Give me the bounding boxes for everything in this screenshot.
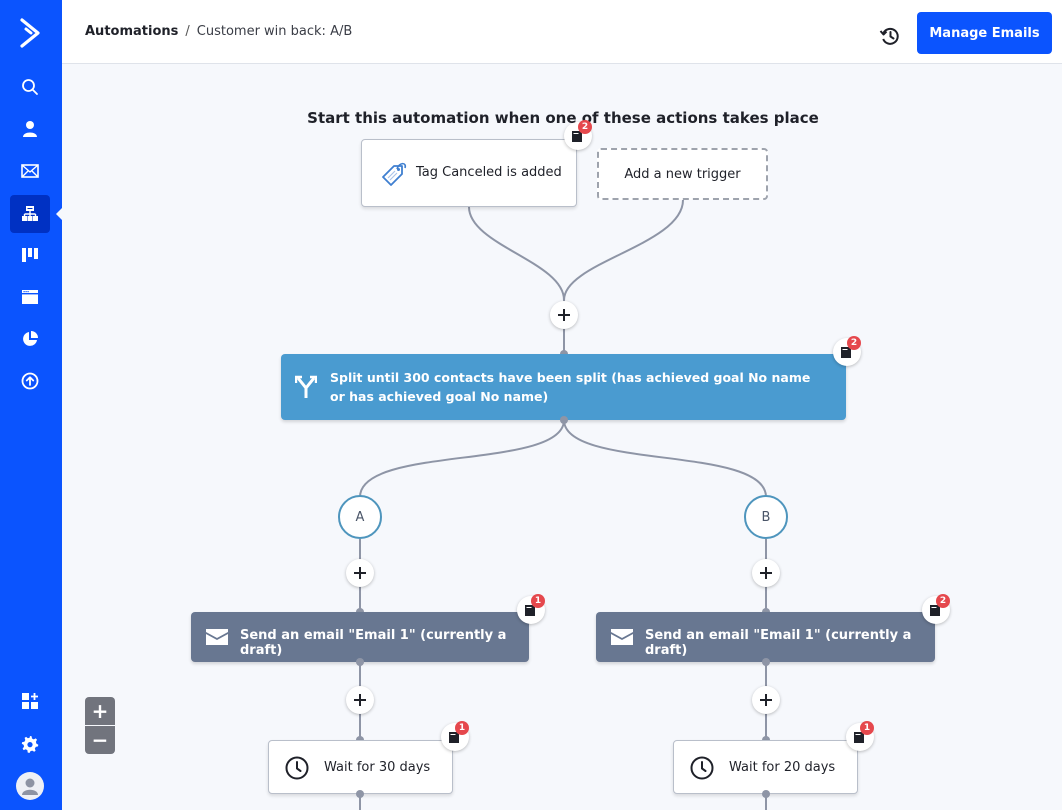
trigger-label: Tag Canceled is added: [416, 165, 562, 180]
notes-badge-wait-b[interactable]: 1: [846, 721, 874, 751]
breadcrumb-automations-link[interactable]: Automations: [85, 24, 178, 39]
gear-icon: [21, 736, 39, 753]
plus-icon: [354, 694, 366, 706]
plus-icon: [760, 567, 772, 579]
trigger-section-title: Start this automation when one of these …: [307, 109, 819, 127]
sidebar-item-settings[interactable]: [10, 725, 50, 763]
sidebar-item-campaigns[interactable]: [10, 152, 50, 190]
apps-add-icon: [22, 693, 38, 709]
connector-split-b: [563, 419, 767, 498]
wait-node-b[interactable]: Wait for 20 days: [673, 740, 858, 794]
sidebar-item-reports[interactable]: [10, 320, 50, 358]
breadcrumb-current: Customer win back: A/B: [196, 24, 353, 39]
add-trigger-button[interactable]: Add a new trigger: [597, 148, 768, 200]
breadcrumb-separator: /: [185, 24, 190, 39]
active-indicator: [56, 207, 63, 221]
notes-badge-split[interactable]: 2: [833, 336, 861, 366]
plus-icon: [354, 567, 366, 579]
add-step-button[interactable]: [346, 559, 374, 587]
trigger-node-tag-added[interactable]: Tag Canceled is added: [361, 139, 577, 207]
split-icon: [295, 375, 317, 398]
connector-dot: [762, 658, 770, 666]
connector-dot: [762, 790, 770, 798]
envelope-icon: [206, 629, 228, 645]
avatar-icon: [22, 778, 38, 795]
send-email-node-b[interactable]: Send an email "Email 1" (currently a dra…: [596, 612, 935, 662]
notes-badge-trigger[interactable]: 2: [564, 120, 592, 150]
wait-label: Wait for 20 days: [729, 760, 836, 775]
browser-window-icon: [22, 290, 38, 304]
notes-count: 2: [936, 594, 950, 608]
sitemap-icon: [22, 206, 38, 221]
tag-icon: [382, 162, 407, 186]
wait-label: Wait for 30 days: [324, 760, 431, 775]
pie-chart-icon: [23, 331, 38, 346]
sidebar-item-upgrade[interactable]: [10, 362, 50, 400]
notes-count: 2: [578, 120, 592, 134]
connector-dot: [356, 658, 364, 666]
sidebar-item-website[interactable]: [10, 278, 50, 316]
zoom-out-button[interactable]: −: [85, 726, 115, 754]
clock-icon: [690, 756, 714, 780]
wait-node-a[interactable]: Wait for 30 days: [268, 740, 453, 794]
connector-split-a: [359, 419, 565, 498]
connector-dot: [356, 790, 364, 798]
notes-badge-email-b[interactable]: 2: [922, 594, 950, 624]
sidebar-item-search[interactable]: [10, 68, 50, 106]
branch-b-label[interactable]: B: [744, 495, 788, 539]
pipeline-icon: [22, 248, 38, 262]
sidebar-item-automations[interactable]: [10, 195, 50, 233]
top-header: Automations / Customer win back: A/B Manag…: [62, 0, 1062, 64]
zoom-in-button[interactable]: +: [85, 697, 115, 725]
email-label: Send an email "Email 1" (currently a dra…: [645, 628, 912, 658]
notes-count: 1: [455, 721, 469, 735]
clock-icon: [285, 756, 309, 780]
notes-count: 1: [531, 594, 545, 608]
notes-count: 1: [860, 721, 874, 735]
branch-a-label[interactable]: A: [338, 495, 382, 539]
notes-count: 2: [847, 336, 861, 350]
envelope-icon: [611, 629, 633, 645]
send-email-node-a[interactable]: Send an email "Email 1" (currently a dra…: [191, 612, 529, 662]
notes-badge-email-a[interactable]: 1: [517, 594, 545, 624]
history-icon[interactable]: [878, 24, 902, 48]
avatar[interactable]: [16, 772, 44, 800]
zoom-control: + −: [85, 697, 115, 754]
sidebar-item-deals[interactable]: [10, 236, 50, 274]
plus-icon: [558, 309, 570, 321]
add-step-button[interactable]: [550, 301, 578, 329]
search-icon: [22, 79, 38, 95]
breadcrumb: Automations / Customer win back: A/B: [85, 24, 352, 39]
sidebar-item-apps[interactable]: [10, 682, 50, 720]
manage-emails-button[interactable]: Manage Emails: [917, 12, 1052, 54]
notes-badge-wait-a[interactable]: 1: [441, 721, 469, 751]
connector-dot: [560, 416, 568, 424]
envelope-icon: [21, 164, 39, 178]
connector-trigger1: [468, 206, 565, 301]
activecampaign-logo-icon[interactable]: [16, 16, 44, 50]
add-step-button[interactable]: [752, 686, 780, 714]
connector-trigger2: [563, 199, 684, 301]
split-label: Split until 300 contacts have been split…: [330, 370, 811, 404]
add-step-button[interactable]: [346, 686, 374, 714]
split-node[interactable]: Split until 300 contacts have been split…: [281, 354, 846, 420]
email-label: Send an email "Email 1" (currently a dra…: [240, 628, 507, 658]
arrow-up-circle-icon: [21, 372, 39, 390]
plus-icon: [760, 694, 772, 706]
add-step-button[interactable]: [752, 559, 780, 587]
